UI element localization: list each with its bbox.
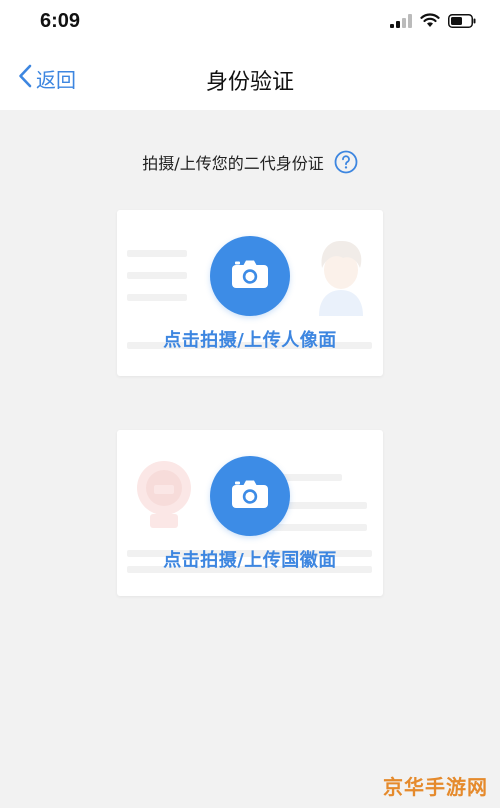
instruction-text: 拍摄/上传您的二代身份证 [142, 154, 324, 173]
national-emblem-icon [133, 458, 195, 536]
wifi-icon [420, 13, 440, 32]
instruction: 拍摄/上传您的二代身份证 [0, 150, 500, 174]
status-bar: 6:09 [0, 0, 500, 44]
status-icons [390, 13, 476, 32]
placeholder-line [127, 272, 187, 279]
status-time: 6:09 [40, 10, 81, 32]
upload-emblem-side-card[interactable]: 点击拍摄/上传国徽面 [117, 430, 383, 596]
camera-button[interactable] [210, 456, 290, 536]
upload-portrait-side-card[interactable]: 点击拍摄/上传人像面 [117, 210, 383, 376]
upload-emblem-label: 点击拍摄/上传国徽面 [163, 550, 337, 571]
page-title: 身份验证 [205, 70, 294, 95]
camera-button[interactable] [210, 236, 290, 316]
camera-icon [232, 260, 268, 292]
question-icon[interactable] [334, 150, 358, 174]
signal-icon [390, 13, 412, 32]
upload-portrait-label: 点击拍摄/上传人像面 [163, 330, 337, 351]
battery-icon [448, 13, 476, 32]
nav-bar: 返回 身份验证 [0, 44, 500, 110]
placeholder-line [127, 250, 187, 257]
camera-icon [232, 480, 268, 512]
portrait-avatar-icon [313, 236, 369, 320]
watermark-logo: 京华手游网 [383, 775, 488, 799]
placeholder-line [127, 294, 187, 301]
